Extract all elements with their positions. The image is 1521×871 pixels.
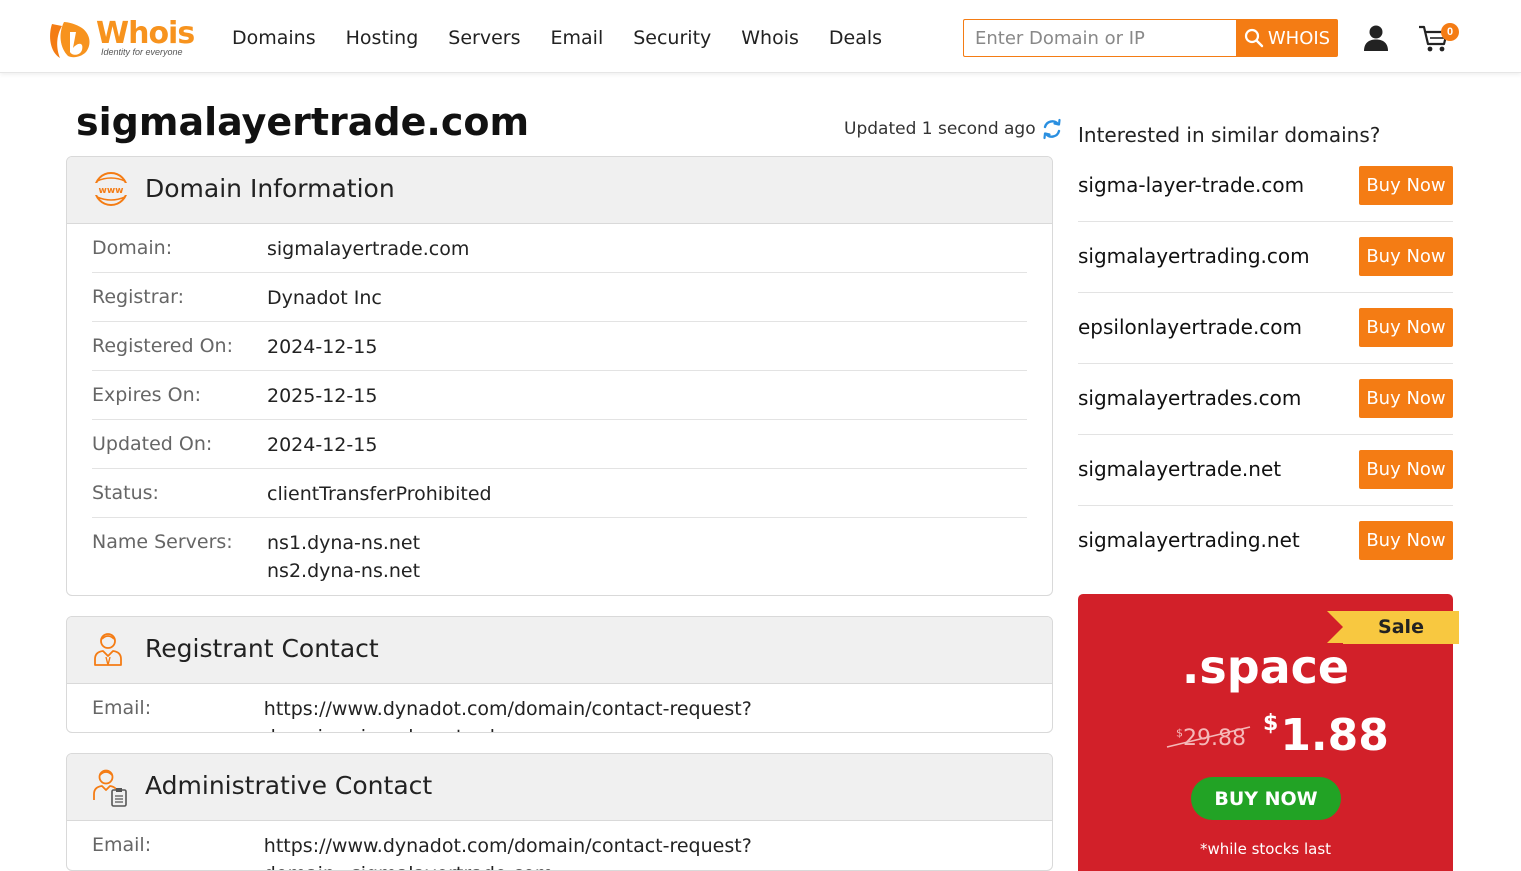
nav-whois[interactable]: Whois — [741, 25, 799, 51]
row-label: Registered On: — [92, 335, 233, 357]
card-header: Administrative Contact — [67, 754, 1052, 821]
info-row-registered-on: Registered On: 2024-12-15 — [92, 322, 1027, 371]
person-icon — [94, 633, 122, 666]
suggestion-item: sigmalayertrading.com Buy Now — [1078, 222, 1453, 293]
nav-hosting[interactable]: Hosting — [346, 25, 419, 51]
nav-servers[interactable]: Servers — [448, 25, 520, 51]
suggestion-domain: sigmalayertrade.net — [1078, 457, 1282, 481]
name-server: ns2.dyna-ns.net — [267, 560, 421, 582]
svg-text:www: www — [99, 186, 124, 196]
info-row-registrar: Registrar: Dynadot Inc — [92, 273, 1027, 322]
currency-symbol: $ — [1263, 711, 1279, 736]
suggestion-item: sigmalayertrade.net Buy Now — [1078, 435, 1453, 506]
row-value: Dynadot Inc — [267, 287, 382, 309]
search-form: WHOIS — [963, 19, 1338, 57]
refresh-icon[interactable] — [1042, 118, 1062, 140]
suggestion-domain: sigmalayertrading.net — [1078, 528, 1300, 552]
row-value: 2024-12-15 — [267, 434, 378, 456]
strikethrough-line — [1166, 726, 1251, 748]
nav-email[interactable]: Email — [551, 25, 604, 51]
buy-now-button[interactable]: Buy Now — [1359, 450, 1453, 489]
nav-deals[interactable]: Deals — [829, 25, 882, 51]
updated-status: Updated 1 second ago — [844, 118, 1062, 140]
new-price-value: 1.88 — [1280, 710, 1389, 761]
card-header: www Domain Information — [67, 157, 1052, 224]
promo-note: *while stocks last — [1199, 840, 1332, 858]
new-price: $1.88 — [1263, 710, 1389, 761]
suggestion-domain: sigmalayertrades.com — [1078, 386, 1302, 410]
info-row-domain: Domain: sigmalayertrade.com — [92, 224, 1027, 273]
row-value: 2024-12-15 — [267, 336, 378, 358]
search-input[interactable] — [963, 19, 1236, 57]
page-title: sigmalayertrade.com — [76, 100, 530, 144]
suggestion-item: sigmalayertrading.net Buy Now — [1078, 506, 1453, 577]
contact-row-email: Email: https://www.dynadot.com/domain/co… — [92, 684, 1027, 732]
buy-now-button[interactable]: Buy Now — [1359, 237, 1453, 276]
nav-security[interactable]: Security — [633, 25, 711, 51]
registrant-contact-card: Registrant Contact Email: https://www.dy… — [66, 616, 1053, 733]
name-server: ns1.dyna-ns.net — [267, 532, 421, 554]
row-label: Email: — [92, 834, 152, 856]
row-label: Updated On: — [92, 433, 213, 455]
whois-search-label: WHOIS — [1267, 27, 1331, 49]
card-header: Registrant Contact — [67, 617, 1052, 684]
promo-tld: .space — [1181, 640, 1350, 694]
buy-now-button[interactable]: Buy Now — [1359, 308, 1453, 347]
site-header: Whois Identity for everyone Domains Host… — [0, 0, 1521, 73]
main-nav: Domains Hosting Servers Email Security W… — [232, 25, 912, 51]
row-label: Email: — [92, 697, 152, 719]
promo-buy-now-button[interactable]: BUY NOW — [1191, 777, 1341, 820]
contact-email-link[interactable]: https://www.dynadot.com/domain/contact-r… — [264, 832, 1027, 870]
cart-count-badge: 0 — [1441, 23, 1459, 41]
www-globe-icon: www — [94, 172, 128, 206]
suggestion-domain: sigma-layer-trade.com — [1078, 173, 1305, 197]
sale-promo-banner: Sale .space $29.88 $1.88 BUY NOW *while … — [1078, 594, 1459, 871]
row-value: clientTransferProhibited — [267, 483, 492, 505]
sale-ribbon-label: Sale — [1378, 616, 1424, 638]
suggestion-domain: sigmalayertrading.com — [1078, 244, 1310, 268]
suggestion-domain: epsilonlayertrade.com — [1078, 315, 1303, 339]
logo-tagline: Identity for everyone — [101, 47, 183, 57]
name-server-list: ns1.dyna-ns.net ns2.dyna-ns.net — [267, 529, 420, 585]
info-row-name-servers: Name Servers: ns1.dyna-ns.net ns2.dyna-n… — [92, 518, 1027, 585]
user-account-icon[interactable] — [1362, 24, 1390, 52]
card-title: Administrative Contact — [145, 771, 433, 800]
updated-text: Updated 1 second ago — [844, 119, 1036, 139]
search-icon — [1244, 28, 1264, 48]
domain-info-rows: Domain: sigmalayertrade.com Registrar: D… — [67, 224, 1052, 585]
row-label: Domain: — [92, 237, 173, 259]
card-title: Registrant Contact — [145, 634, 379, 663]
row-value: 2025-12-15 — [267, 385, 378, 407]
site-logo[interactable]: Whois Identity for everyone — [46, 16, 201, 62]
suggestion-item: epsilonlayertrade.com Buy Now — [1078, 293, 1453, 364]
suggestion-item: sigmalayertrades.com Buy Now — [1078, 364, 1453, 435]
similar-domains-title: Interested in similar domains? — [1078, 123, 1381, 147]
row-label: Status: — [92, 482, 159, 504]
buy-now-button[interactable]: Buy Now — [1359, 166, 1453, 205]
contact-row-email: Email: https://www.dynadot.com/domain/co… — [92, 821, 1027, 870]
info-row-expires-on: Expires On: 2025-12-15 — [92, 371, 1027, 420]
info-row-updated-on: Updated On: 2024-12-15 — [92, 420, 1027, 469]
whois-search-button[interactable]: WHOIS — [1236, 19, 1338, 57]
buy-now-button[interactable]: Buy Now — [1359, 521, 1453, 560]
admin-person-clipboard-icon — [93, 769, 127, 807]
nav-domains[interactable]: Domains — [232, 25, 316, 51]
domain-information-card: www Domain Information Domain: sigmalaye… — [66, 156, 1053, 596]
logo-mark-icon — [50, 22, 90, 58]
row-value: sigmalayertrade.com — [267, 238, 470, 260]
row-label: Registrar: — [92, 286, 185, 308]
administrative-contact-card: Administrative Contact Email: https://ww… — [66, 753, 1053, 871]
card-title: Domain Information — [145, 174, 395, 203]
row-label: Name Servers: — [92, 531, 233, 553]
buy-now-button[interactable]: Buy Now — [1359, 379, 1453, 418]
row-label: Expires On: — [92, 384, 202, 406]
suggestion-item: sigma-layer-trade.com Buy Now — [1078, 151, 1453, 222]
contact-email-link[interactable]: https://www.dynadot.com/domain/contact-r… — [264, 695, 1027, 732]
info-row-status: Status: clientTransferProhibited — [92, 469, 1027, 518]
